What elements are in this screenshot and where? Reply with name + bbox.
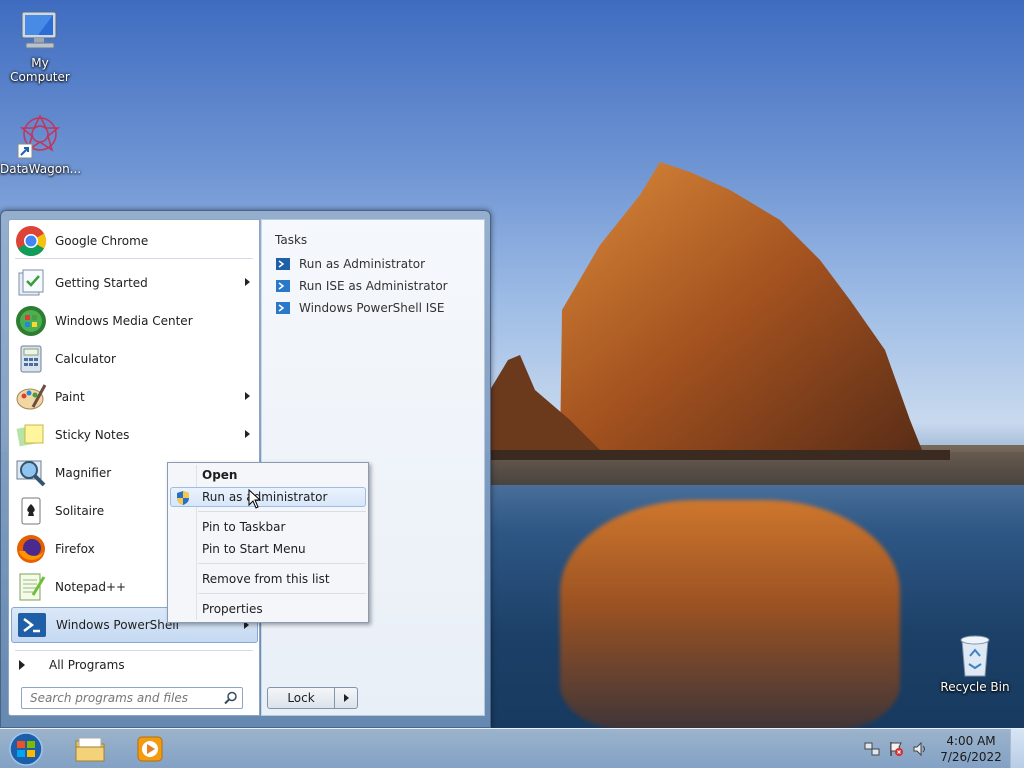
chrome-icon [16,226,47,257]
desktop-icon-label: DataWagon... [0,162,82,176]
ctx-label: Pin to Start Menu [202,542,306,556]
ctx-pin-to-taskbar[interactable]: Pin to Taskbar [170,517,366,537]
program-label: Notepad++ [55,580,127,594]
program-label: Calculator [55,352,116,366]
uac-shield-icon [177,491,189,505]
program-label: Windows Media Center [55,314,193,328]
task-label: Windows PowerShell ISE [299,301,445,315]
wallpaper-rock [490,162,950,460]
wallpaper-reflection [560,500,900,730]
task-windows-powershell-ise[interactable]: Windows PowerShell ISE [275,300,445,316]
explorer-folder-icon [75,737,105,762]
submenu-arrow-icon[interactable] [245,392,250,400]
recycle-bin-icon [960,635,990,677]
program-label: Solitaire [55,504,105,518]
clock-date: 7/26/2022 [940,750,1002,764]
network-icon[interactable] [864,741,880,757]
ctx-remove-from-list[interactable]: Remove from this list [170,569,366,589]
powershell-icon [18,613,46,637]
all-programs-separator [15,650,253,651]
desktop-icon-datawagon[interactable]: DataWagon... [0,112,82,176]
powershell-ise-icon [276,302,290,314]
show-desktop-button[interactable] [1010,729,1024,768]
taskbar-media-player-button[interactable] [122,732,178,766]
powershell-ise-icon [276,280,290,292]
media-player-icon [137,736,163,762]
ctx-label: Properties [202,602,263,616]
task-label: Run as Administrator [299,257,426,271]
start-search-input[interactable]: Search programs and files [21,687,243,709]
tasks-heading: Tasks [275,233,308,247]
solitaire-icon [21,497,41,525]
expand-arrow-icon [19,660,25,670]
action-center-flag-icon[interactable] [888,741,904,757]
lock-label: Lock [287,691,315,705]
media-center-icon [16,306,46,336]
getting-started-icon [18,269,44,296]
notepadpp-icon [19,573,46,601]
ctx-open[interactable]: Open [170,465,366,485]
context-menu: Open Run as administrator Pin to Taskbar… [167,462,369,623]
powershell-small-icon [276,258,290,270]
ctx-separator [198,563,366,564]
program-label: Google Chrome [55,234,149,248]
computer-icon [21,11,57,49]
program-sticky-notes[interactable]: Sticky Notes [11,417,258,453]
all-programs-label: All Programs [49,658,125,672]
pinned-separator [15,258,253,259]
program-paint[interactable]: Paint [11,379,258,415]
paint-icon [16,384,47,410]
program-getting-started[interactable]: Getting Started [11,265,258,301]
program-label: Magnifier [55,466,112,480]
taskbar-explorer-button[interactable] [62,732,118,766]
firefox-icon [17,535,45,563]
start-orb-button[interactable] [6,731,46,767]
ctx-label: Remove from this list [202,572,330,586]
ctx-separator [198,511,366,512]
task-run-ise-as-administrator[interactable]: Run ISE as Administrator [275,278,448,294]
taskbar-clock[interactable]: 4:00 AM 7/26/2022 [932,733,1010,765]
program-label: Windows PowerShell [56,618,179,632]
desktop-icon-label: My Computer [10,56,70,84]
program-calculator[interactable]: Calculator [11,341,258,377]
ctx-separator [198,593,366,594]
taskbar: 4:00 AM 7/26/2022 [0,728,1024,768]
task-label: Run ISE as Administrator [299,279,448,293]
program-google-chrome[interactable]: Google Chrome [11,223,258,259]
desktop-icon-label: Recycle Bin [940,680,1010,694]
lock-button[interactable]: Lock [267,687,335,709]
submenu-arrow-icon[interactable] [245,278,250,286]
program-label: Firefox [55,542,95,556]
search-icon[interactable] [224,691,238,705]
all-programs-button[interactable]: All Programs [19,658,125,672]
program-label: Getting Started [55,276,148,290]
ctx-run-as-administrator[interactable]: Run as administrator [170,487,366,507]
submenu-arrow-icon[interactable] [245,430,250,438]
calculator-icon [20,345,42,373]
ctx-label: Open [202,468,238,482]
ctx-label: Pin to Taskbar [202,520,286,534]
program-windows-media-center[interactable]: Windows Media Center [11,303,258,339]
ctx-label: Run as administrator [202,490,328,504]
program-label: Sticky Notes [55,428,130,442]
clock-time: 4:00 AM [946,734,996,748]
desktop-icon-my-computer[interactable]: My Computer [0,8,80,84]
power-options-arrow-button[interactable] [334,687,358,709]
ctx-pin-to-start-menu[interactable]: Pin to Start Menu [170,539,366,559]
datawagon-icon [17,114,61,159]
system-tray: 4:00 AM 7/26/2022 [860,729,1024,768]
search-placeholder: Search programs and files [30,691,188,705]
ctx-properties[interactable]: Properties [170,599,366,619]
sticky-notes-icon [16,424,44,447]
task-run-as-administrator[interactable]: Run as Administrator [275,256,425,272]
volume-icon[interactable] [912,741,928,757]
program-label: Paint [55,390,85,404]
desktop-icon-recycle-bin[interactable]: Recycle Bin [935,632,1015,694]
mouse-cursor-icon [248,489,262,509]
magnifier-icon [16,460,46,487]
